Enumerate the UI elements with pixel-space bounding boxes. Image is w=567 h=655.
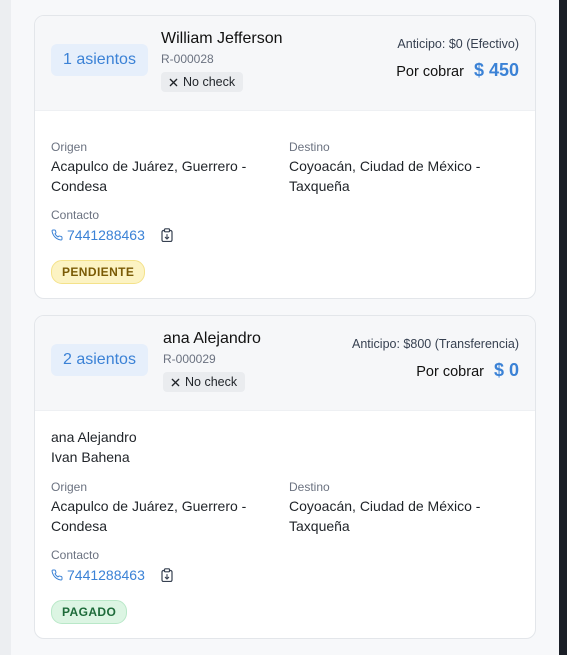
check-status-label: No check xyxy=(185,375,238,389)
seats-badge: 2 asientos xyxy=(51,344,148,376)
anticipo-text: Anticipo: $800 (Transferencia) xyxy=(352,337,519,351)
destination-label: Destino xyxy=(289,480,330,494)
por-cobrar: Por cobrar $ 0 xyxy=(416,360,519,381)
phone-icon xyxy=(51,569,63,581)
reservation-card[interactable]: 2 asientos ana Alejandro R-000029 No che… xyxy=(34,315,536,639)
por-cobrar-label: Por cobrar xyxy=(396,64,464,80)
origin-label: Origen xyxy=(51,480,88,494)
passenger-name: ana Alejandro xyxy=(163,330,261,347)
por-cobrar: Por cobrar $ 450 xyxy=(396,60,519,81)
reservation-card[interactable]: 1 asientos William Jefferson R-000028 No… xyxy=(34,15,536,299)
close-icon xyxy=(169,78,178,86)
close-icon xyxy=(171,378,180,386)
destination-label: Destino xyxy=(289,140,330,154)
por-cobrar-label: Por cobrar xyxy=(416,364,484,380)
passenger-name: William Jefferson xyxy=(161,30,283,47)
contact-row: 7441288463 xyxy=(51,567,173,583)
check-status-chip[interactable]: No check xyxy=(163,372,246,392)
seats-badge: 1 asientos xyxy=(51,44,148,76)
phone-link[interactable]: 7441288463 xyxy=(67,227,145,243)
anticipo-text: Anticipo: $0 (Efectivo) xyxy=(397,37,519,51)
copy-clipboard-icon[interactable] xyxy=(161,228,173,242)
reservation-ref: R-000029 xyxy=(163,352,216,366)
check-status-label: No check xyxy=(183,75,236,89)
status-badge: PENDIENTE xyxy=(51,260,146,284)
reservation-card-header: 1 asientos William Jefferson R-000028 No… xyxy=(35,16,535,111)
origin-label: Origen xyxy=(51,140,88,154)
phone-link[interactable]: 7441288463 xyxy=(67,567,145,583)
contact-label: Contacto xyxy=(51,548,100,562)
phone-icon xyxy=(51,229,63,241)
origin-value: Acapulco de Juárez, Guerrero - Condesa xyxy=(51,158,247,194)
left-panel-edge xyxy=(0,0,11,655)
origin-value: Acapulco de Juárez, Guerrero - Condesa xyxy=(51,498,247,534)
contact-label: Contacto xyxy=(51,208,100,222)
status-badge: PAGADO xyxy=(51,600,128,624)
destination-value: Coyoacán, Ciudad de México - Taxqueña xyxy=(289,158,481,194)
right-panel-edge xyxy=(559,0,567,655)
passenger-list-item: Ivan Bahena xyxy=(51,449,130,465)
reservation-list: 1 asientos William Jefferson R-000028 No… xyxy=(11,0,559,655)
reservation-ref: R-000028 xyxy=(161,52,214,66)
por-cobrar-amount: $ 0 xyxy=(493,360,519,380)
check-status-chip[interactable]: No check xyxy=(161,72,244,92)
por-cobrar-amount: $ 450 xyxy=(473,60,519,80)
reservation-card-header: 2 asientos ana Alejandro R-000029 No che… xyxy=(35,316,535,411)
copy-clipboard-icon[interactable] xyxy=(161,568,173,582)
passenger-list-item: ana Alejandro xyxy=(51,429,137,445)
contact-row: 7441288463 xyxy=(51,227,173,243)
destination-value: Coyoacán, Ciudad de México - Taxqueña xyxy=(289,498,481,534)
